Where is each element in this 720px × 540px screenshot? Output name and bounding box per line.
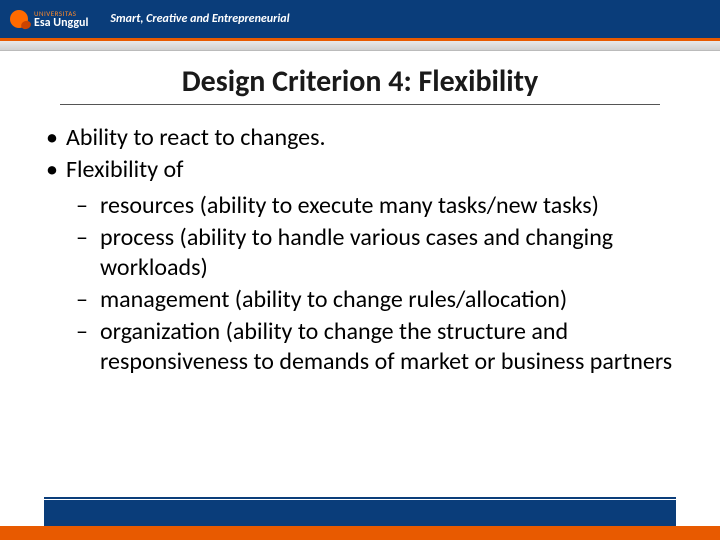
logo-big-text: Esa Unggul (34, 17, 88, 29)
sub-item: organization (ability to change the stru… (66, 317, 680, 377)
bullet-item: Ability to react to changes. (40, 123, 680, 153)
footer-blue-bar (44, 500, 676, 526)
slide-content: Design Criterion 4: Flexibility Ability … (0, 51, 720, 377)
logo: UNIVERSITAS Esa Unggul (10, 10, 88, 29)
footer-orange-bar (0, 526, 720, 540)
sub-item: management (ability to change rules/allo… (66, 285, 680, 315)
sub-item: process (ability to handle various cases… (66, 223, 680, 283)
sub-item: resources (ability to execute many tasks… (66, 191, 680, 221)
logo-text: UNIVERSITAS Esa Unggul (34, 10, 88, 29)
footer (0, 497, 720, 540)
bullet-list: Ability to react to changes. Flexibility… (40, 123, 680, 377)
divider-grey (0, 41, 720, 51)
header-bar: UNIVERSITAS Esa Unggul Smart, Creative a… (0, 0, 720, 38)
logo-icon (10, 10, 28, 28)
slide-title: Design Criterion 4: Flexibility (60, 63, 660, 105)
bullet-item: Flexibility of resources (ability to exe… (40, 155, 680, 377)
sub-list: resources (ability to execute many tasks… (66, 191, 680, 377)
bullet-text: Flexibility of (66, 155, 183, 184)
tagline: Smart, Creative and Entrepreneurial (110, 12, 289, 26)
footer-line (44, 497, 676, 499)
